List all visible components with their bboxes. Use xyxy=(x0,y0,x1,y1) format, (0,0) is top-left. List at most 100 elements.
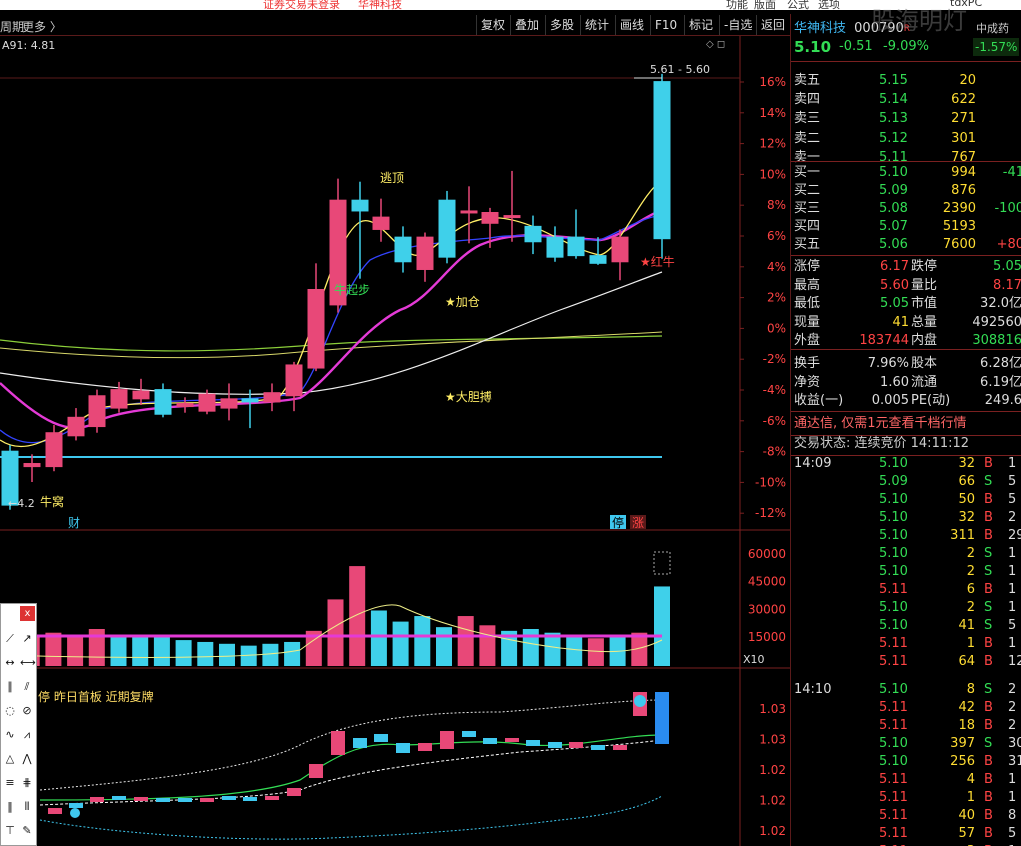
menu-item-formula[interactable]: 公式 xyxy=(787,0,809,10)
ask-row[interactable]: 卖四 5.14 622 xyxy=(791,91,1021,109)
menu-item-options[interactable]: 选项 xyxy=(818,0,840,10)
close-icon[interactable]: x xyxy=(20,606,35,621)
ask-row[interactable]: 卖三 5.13 271 xyxy=(791,110,1021,128)
lower-axis-label: 1.02 xyxy=(759,794,786,808)
adjust-button[interactable]: 复权 xyxy=(476,15,509,35)
marker-limit-up[interactable]: 涨 xyxy=(632,515,644,530)
bid-row[interactable]: 买五 5.06 7600 +80 xyxy=(791,236,1021,254)
stock-name[interactable]: 华神科技 xyxy=(794,21,846,36)
fundamental-row: 收益(一) 0.005 PE(动) 249.6 xyxy=(794,393,1021,409)
tick-row: 5.11 1 B 1 xyxy=(879,636,1017,651)
high-price-label: 5.61 - 5.60 xyxy=(650,63,710,76)
marker-finance[interactable]: 财 xyxy=(68,516,80,530)
lower-bar xyxy=(505,738,519,742)
remove-watchlist-button[interactable]: -自选 xyxy=(719,15,756,35)
multi-stock-button[interactable]: 多股 xyxy=(545,15,578,35)
price-change-pct: -9.09% xyxy=(883,39,929,54)
kline-chart-area[interactable]: 16% 14% 12% 10% 8% 6% 4% 2% 0% -2% -4% -6% -8% -10% -1… xyxy=(0,36,790,846)
volume-bar xyxy=(414,616,431,666)
menu-item-function[interactable]: 功能 xyxy=(726,0,748,10)
tick-row: 5.10 2 S 1 xyxy=(879,600,1017,615)
lower-bar xyxy=(613,745,627,750)
wave-tool-icon[interactable]: ∿ xyxy=(3,728,17,742)
triangle-tool-icon[interactable]: △ xyxy=(3,752,17,766)
price-axis: 16% 14% 12% 10% 8% 6% 4% 2% 0% -2% -4% -6% -8% -10% -1… xyxy=(740,75,786,520)
fundamental-row: 换手 7.96% 股本 6.28亿 xyxy=(794,356,1021,371)
period-selector[interactable]: 周期 xyxy=(0,18,24,35)
annotation-add-position: ★加仓 xyxy=(445,295,480,309)
candle-body xyxy=(524,225,542,243)
price-axis-label: 6% xyxy=(767,229,786,243)
low-price-label: ←4.2 xyxy=(8,497,35,510)
tick-row: 5.10 311 B 29 xyxy=(879,528,1021,543)
lower-bar xyxy=(156,798,170,802)
candle-body xyxy=(611,236,629,263)
volume-bar xyxy=(110,636,127,666)
annotation-bold-bet: ★大胆搏 xyxy=(445,390,492,404)
zigzag-tool-icon[interactable]: ⩘ xyxy=(20,728,34,742)
annotation-top-escape: 逃顶 xyxy=(380,171,404,185)
channel-tool-icon[interactable]: ⫽ xyxy=(20,680,34,694)
cycle-tool-icon[interactable]: ⦀ xyxy=(20,800,34,814)
line-tool-icon[interactable]: ⟋ xyxy=(3,632,17,646)
fan-tool-icon[interactable]: ⋀ xyxy=(20,752,34,766)
tick-row: 5.11 57 B 5 xyxy=(879,826,1017,841)
menu-item-layout[interactable]: 版面 xyxy=(754,0,776,10)
top-stock-name: 华神科技 xyxy=(358,0,402,10)
candle-body xyxy=(351,199,369,212)
candle-body xyxy=(67,416,85,437)
price-axis-label: -4% xyxy=(763,383,786,397)
promo-link[interactable]: 通达信, 仅需1元查看千档行情 xyxy=(794,415,967,433)
lower-bar xyxy=(243,797,257,801)
candle-body xyxy=(110,389,128,409)
tick-row: 5.11 40 B 8 xyxy=(879,808,1017,823)
volume-bar xyxy=(479,625,496,666)
candle-body xyxy=(198,393,216,412)
tick-row: 5.11 64 B 12 xyxy=(879,654,1021,669)
volume-bar xyxy=(219,643,235,666)
ban-tool-icon[interactable]: ⊘ xyxy=(20,704,34,718)
price-axis-label: -8% xyxy=(763,445,786,459)
more-button[interactable]: 更多 〉 xyxy=(22,18,62,35)
volume-bar xyxy=(370,610,387,666)
mark-button[interactable]: 标记 xyxy=(684,15,717,35)
text-tool-icon[interactable]: ⊤ xyxy=(3,824,17,838)
parallel-tool-icon[interactable]: ∥ xyxy=(3,680,17,694)
volume-axis-label: 60000 xyxy=(748,547,786,561)
price-axis-label: -2% xyxy=(763,352,786,366)
volume-bar xyxy=(544,632,561,666)
lower-bar xyxy=(112,796,126,800)
price-axis-label: 0% xyxy=(767,321,786,335)
login-status[interactable]: 证券交易未登录 xyxy=(263,0,340,10)
lower-bar xyxy=(396,743,410,753)
stat-row: 外盘 183744 内盘 308816 xyxy=(794,333,1021,348)
lines-tool-icon[interactable]: ≡ xyxy=(3,776,17,790)
stats-button[interactable]: 统计 xyxy=(580,15,613,35)
segment-tool-icon[interactable]: ↔ xyxy=(3,656,17,670)
bid-row[interactable]: 买一 5.10 994 -41 xyxy=(791,164,1021,182)
marker-suspend[interactable]: 停 xyxy=(612,515,624,530)
ray-tool-icon[interactable]: ⟷ xyxy=(20,656,36,670)
ask-row[interactable]: 卖二 5.12 301 xyxy=(791,130,1021,148)
ask-row[interactable]: 卖五 5.15 20 xyxy=(791,72,1021,90)
bid-row[interactable]: 买三 5.08 2390 -100 xyxy=(791,200,1021,218)
pen-tool-icon[interactable]: ✎ xyxy=(20,824,34,838)
bars-tool-icon[interactable]: ‖ xyxy=(3,800,17,814)
overlay-button[interactable]: 叠加 xyxy=(510,15,543,35)
bid-row[interactable]: 买四 5.07 5193 xyxy=(791,218,1021,236)
back-button[interactable]: 返回 xyxy=(756,15,789,35)
circle-tool-icon[interactable]: ◌ xyxy=(3,704,17,718)
grid-tool-icon[interactable]: ⋕ xyxy=(20,776,34,790)
mid-band-line xyxy=(39,739,663,806)
f10-button[interactable]: F10 xyxy=(650,15,681,35)
bid-row[interactable]: 买二 5.09 876 xyxy=(791,182,1021,200)
arrow-tool-icon[interactable]: ↗ xyxy=(20,632,34,646)
candle-body xyxy=(220,398,238,409)
quote-panel: 华神科技 000790R 中成药 5.10 -0.51 -9.09% -1.57… xyxy=(790,9,1021,846)
draw-button[interactable]: 画线 xyxy=(615,15,648,35)
drawing-toolbox: x ⟋ ↗ ↔ ⟷ ∥ ⫽ ◌ ⊘ ∿ ⩘ △ ⋀ ≡ ⋕ ‖ ⦀ ⊤ ✎ xyxy=(0,603,37,846)
sector-name[interactable]: 中成药 xyxy=(976,20,1009,38)
tick-row: 5.10 2 S 1 xyxy=(879,546,1017,561)
lower-indicator-bars xyxy=(48,692,669,818)
lower-green-line xyxy=(39,734,663,801)
